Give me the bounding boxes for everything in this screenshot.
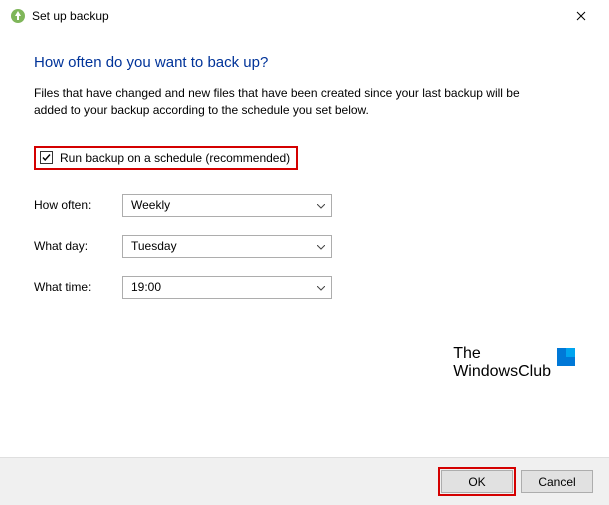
page-heading: How often do you want to back up? <box>34 54 575 71</box>
window-title: Set up backup <box>32 9 109 23</box>
backup-icon <box>10 8 26 24</box>
what-time-value: 19:00 <box>131 280 161 294</box>
what-day-row: What day: Tuesday <box>34 235 575 258</box>
schedule-checkbox-label: Run backup on a schedule (recommended) <box>60 151 290 165</box>
how-often-row: How often: Weekly <box>34 194 575 217</box>
chevron-down-icon <box>317 280 325 294</box>
watermark-text: The WindowsClub <box>453 345 551 382</box>
description-text: Files that have changed and new files th… <box>34 85 554 120</box>
close-button[interactable] <box>561 2 601 30</box>
what-day-select[interactable]: Tuesday <box>122 235 332 258</box>
what-time-row: What time: 19:00 <box>34 276 575 299</box>
schedule-checkbox[interactable] <box>40 151 53 164</box>
ok-button[interactable]: OK <box>441 470 513 493</box>
what-time-select[interactable]: 19:00 <box>122 276 332 299</box>
how-often-select[interactable]: Weekly <box>122 194 332 217</box>
windowsclub-icon <box>557 348 575 366</box>
watermark-line2: WindowsClub <box>453 363 551 381</box>
what-day-label: What day: <box>34 239 122 253</box>
footer-bar: OK Cancel <box>0 457 609 505</box>
watermark: The WindowsClub <box>453 345 575 382</box>
chevron-down-icon <box>317 198 325 212</box>
how-often-label: How often: <box>34 198 122 212</box>
titlebar: Set up backup <box>0 0 609 32</box>
ok-button-label: OK <box>468 475 485 489</box>
title-left: Set up backup <box>10 8 109 24</box>
cancel-button[interactable]: Cancel <box>521 470 593 493</box>
what-day-value: Tuesday <box>131 239 177 253</box>
cancel-button-label: Cancel <box>538 475 575 489</box>
content-area: How often do you want to back up? Files … <box>0 32 609 299</box>
schedule-checkbox-row[interactable]: Run backup on a schedule (recommended) <box>34 146 298 170</box>
chevron-down-icon <box>317 239 325 253</box>
how-often-value: Weekly <box>131 198 170 212</box>
watermark-line1: The <box>453 345 551 363</box>
what-time-label: What time: <box>34 280 122 294</box>
